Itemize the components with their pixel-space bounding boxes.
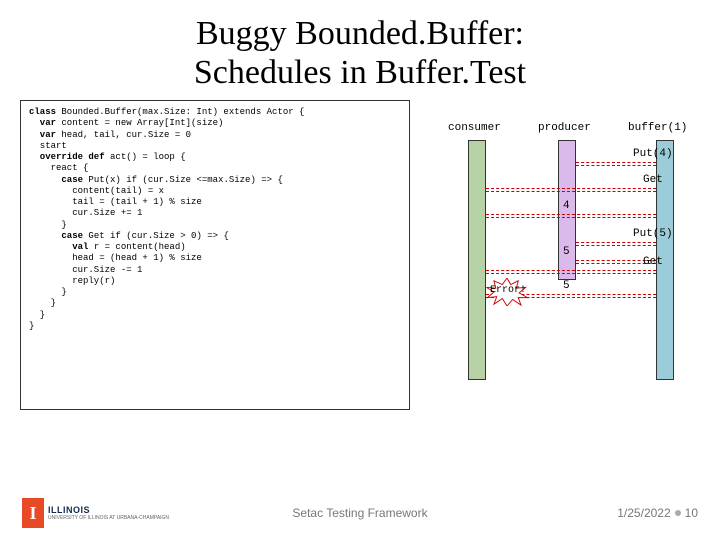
code: }	[29, 298, 56, 308]
label-get2: Get	[643, 256, 663, 268]
header-buffer: buffer(1)	[628, 122, 687, 134]
value-5b: 5	[563, 280, 570, 292]
kw: case	[29, 175, 88, 185]
illinois-logo: I ILLINOIS UNIVERSITY OF ILLINOIS AT URB…	[22, 498, 169, 528]
code: Bounded.Buffer(max.Size: Int) extends Ac…	[61, 107, 304, 117]
code: head, tail, cur.Size = 0	[61, 130, 191, 140]
kw: var	[29, 118, 61, 128]
error-label: Error!	[490, 285, 526, 296]
code: start	[29, 141, 67, 151]
code-listing: class Bounded.Buffer(max.Size: Int) exte…	[20, 100, 410, 410]
code: cur.Size += 1	[29, 208, 142, 218]
main-content: class Bounded.Buffer(max.Size: Int) exte…	[0, 100, 720, 410]
msg-get2	[486, 270, 656, 274]
kw: class	[29, 107, 61, 117]
msg-put5	[576, 242, 656, 246]
lane-consumer	[468, 140, 486, 380]
code: }	[29, 310, 45, 320]
logo-i-icon: I	[22, 498, 44, 528]
slide-title: Buggy Bounded.Buffer: Schedules in Buffe…	[0, 0, 720, 100]
footer-page: 10	[685, 506, 698, 520]
logo-subtext: UNIVERSITY OF ILLINOIS AT URBANA-CHAMPAI…	[48, 515, 169, 521]
logo-text-wrap: ILLINOIS UNIVERSITY OF ILLINOIS AT URBAN…	[48, 505, 169, 521]
code: head = (head + 1) % size	[29, 253, 202, 263]
header-producer: producer	[538, 122, 591, 134]
kw: override def	[29, 152, 110, 162]
code: }	[29, 287, 67, 297]
code: cur.Size -= 1	[29, 265, 142, 275]
code: }	[29, 321, 34, 331]
title-line-2: Schedules in Buffer.Test	[194, 54, 526, 91]
code: tail = (tail + 1) % size	[29, 197, 202, 207]
value-4: 4	[563, 200, 570, 212]
code: Get if (cur.Size > 0) => {	[88, 231, 228, 241]
msg-return4	[486, 214, 656, 218]
msg-put4	[576, 162, 656, 166]
code: }	[29, 220, 67, 230]
kw: val	[29, 242, 94, 252]
code: r = content(head)	[94, 242, 186, 252]
code: act() = loop {	[110, 152, 186, 162]
sequence-diagram: consumer producer buffer(1) Put(4) Get 4…	[418, 100, 700, 410]
footer-caption: Setac Testing Framework	[292, 506, 427, 520]
footer-meta: 1/25/2022 10	[617, 506, 698, 520]
header-consumer: consumer	[448, 122, 501, 134]
value-5a: 5	[563, 246, 570, 258]
kw: case	[29, 231, 88, 241]
title-line-1: Buggy Bounded.Buffer:	[196, 15, 524, 52]
logo-text: ILLINOIS	[48, 505, 169, 515]
code: content = new Array[Int](size)	[61, 118, 223, 128]
code: Put(x) if (cur.Size <=max.Size) => {	[88, 175, 282, 185]
kw: var	[29, 130, 61, 140]
bullet-icon	[675, 510, 681, 516]
label-put4: Put(4)	[633, 148, 673, 160]
footer-date: 1/25/2022	[617, 506, 670, 520]
code: react {	[29, 163, 88, 173]
slide-footer: I ILLINOIS UNIVERSITY OF ILLINOIS AT URB…	[0, 498, 720, 528]
code: content(tail) = x	[29, 186, 164, 196]
code: reply(r)	[29, 276, 115, 286]
label-put5: Put(5)	[633, 228, 673, 240]
label-get1: Get	[643, 174, 663, 186]
msg-get1	[486, 188, 656, 192]
